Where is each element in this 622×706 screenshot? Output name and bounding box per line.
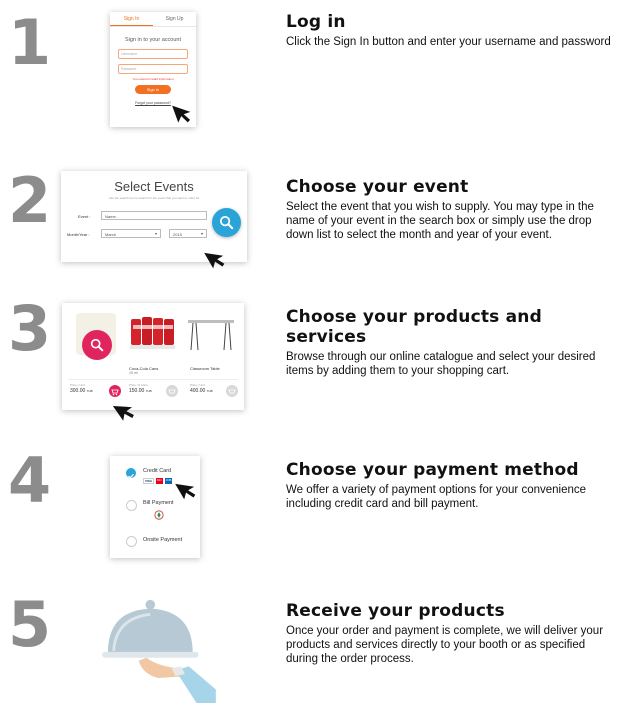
select-events-title: Select Events: [114, 179, 194, 194]
month-select-value: March: [105, 231, 117, 237]
step-number-2: 2: [8, 164, 52, 237]
price-1-unit: THB: [86, 389, 93, 393]
card-logos: VISA MC JCB: [143, 478, 173, 484]
price-1: 300.00 THB: [70, 388, 93, 394]
add-to-cart-button-3[interactable]: [226, 385, 238, 397]
tab-sign-in[interactable]: Sign In: [110, 12, 153, 26]
step-5-title: Receive your products: [286, 601, 505, 621]
year-select[interactable]: 2015 ▾: [169, 229, 207, 238]
username-field[interactable]: Username: [118, 49, 188, 59]
onsite-payment-label: Onsite Payment: [143, 537, 183, 543]
price-2: 150.00 THB: [129, 388, 152, 394]
tab-sign-up[interactable]: Sign Up: [153, 12, 196, 26]
cart-icon: [168, 389, 176, 394]
price-divider: [68, 379, 238, 380]
step-1-text: Log in Click the Sign In button and ente…: [286, 12, 616, 49]
price-1-value: 300.00: [70, 388, 86, 394]
step-number-5: 5: [8, 588, 52, 661]
mastercard-logo: MC: [156, 478, 163, 484]
step-4-text: Choose your payment method We offer a va…: [286, 460, 616, 511]
payment-option-bill-payment[interactable]: Bill Payment: [118, 496, 196, 524]
zoom-button[interactable]: [82, 330, 112, 360]
search-icon: [219, 215, 234, 230]
price-label-2: Price / 6 Cans: [129, 383, 148, 387]
price-3-value: 400.00: [190, 388, 206, 394]
step-number-3: 3: [8, 292, 52, 365]
month-dropdown-icon: ▾: [154, 231, 157, 236]
step-number-1: 1: [8, 6, 52, 79]
check-icon: [128, 473, 134, 479]
year-dropdown-icon: ▾: [200, 231, 203, 236]
month-year-label: Month/Year :: [67, 232, 90, 237]
product-name-classroom-table: Classroom Table: [190, 366, 220, 371]
password-field[interactable]: Password: [118, 64, 188, 74]
bill-payment-label: Bill Payment: [143, 500, 174, 506]
step-1-title: Log in: [286, 12, 346, 32]
credit-card-radio[interactable]: [126, 468, 136, 479]
year-select-value: 2015: [173, 231, 182, 237]
step-number-4: 4: [8, 444, 52, 517]
month-select[interactable]: March ▾: [101, 229, 161, 238]
add-to-cart-button-2[interactable]: [166, 385, 178, 397]
price-label-1: Price / Unit: [70, 383, 85, 387]
payment-card: Credit Card VISA MC JCB Bill Payment Ons…: [110, 456, 200, 558]
bank-logo-icon: [154, 510, 164, 520]
step-2-title: Choose your event: [286, 177, 469, 197]
search-button[interactable]: [212, 208, 241, 237]
price-label-3: Price / Unit: [190, 383, 205, 387]
product-image-coca-cola-cans: [130, 317, 175, 349]
product-sub-coca-cola: 15 ml: [129, 371, 138, 375]
search-icon: [90, 338, 104, 352]
step-4-description: We offer a variety of payment options fo…: [286, 484, 587, 510]
step-3-description: Browse through our online catalogue and …: [286, 351, 596, 377]
login-error-text: You entered invalid information: [132, 77, 174, 81]
event-label: Event :: [78, 214, 91, 219]
sign-in-button[interactable]: Sign In: [135, 85, 171, 94]
step-4-title: Choose your payment method: [286, 460, 579, 480]
step-1-description: Click the Sign In button and enter your …: [286, 36, 611, 48]
step-5-text: Receive your products Once your order an…: [286, 601, 616, 666]
cart-icon: [228, 389, 236, 394]
add-to-cart-button-1[interactable]: [109, 385, 121, 397]
step-3-text: Choose your products and services Browse…: [286, 307, 616, 378]
login-heading: Sign in to your account: [125, 37, 181, 43]
event-search-input[interactable]: Name..: [101, 211, 207, 220]
price-2-value: 150.00: [129, 388, 145, 394]
price-3: 400.00 THB: [190, 388, 213, 394]
price-3-unit: THB: [206, 389, 213, 393]
step-2-description: Select the event that you wish to supply…: [286, 201, 594, 241]
products-card: Coca-Cola Cans 15 ml Classroom Table Pri…: [62, 303, 244, 410]
visa-logo: VISA: [143, 478, 155, 484]
payment-option-onsite-payment[interactable]: Onsite Payment: [118, 532, 196, 550]
product-image-classroom-table: [188, 320, 234, 351]
credit-card-label: Credit Card: [143, 468, 172, 474]
onsite-payment-radio[interactable]: [126, 536, 137, 547]
select-events-subtitle: Use the search box to search for the eve…: [108, 196, 200, 200]
cart-icon: [111, 389, 119, 396]
step-3-title: Choose your products and services: [286, 307, 542, 347]
step-5-description: Once your order and payment is complete,…: [286, 625, 604, 665]
step-2-text: Choose your event Select the event that …: [286, 177, 616, 242]
cloche-serving-icon: [102, 599, 216, 703]
price-2-unit: THB: [145, 389, 152, 393]
bill-payment-radio[interactable]: [126, 500, 137, 511]
